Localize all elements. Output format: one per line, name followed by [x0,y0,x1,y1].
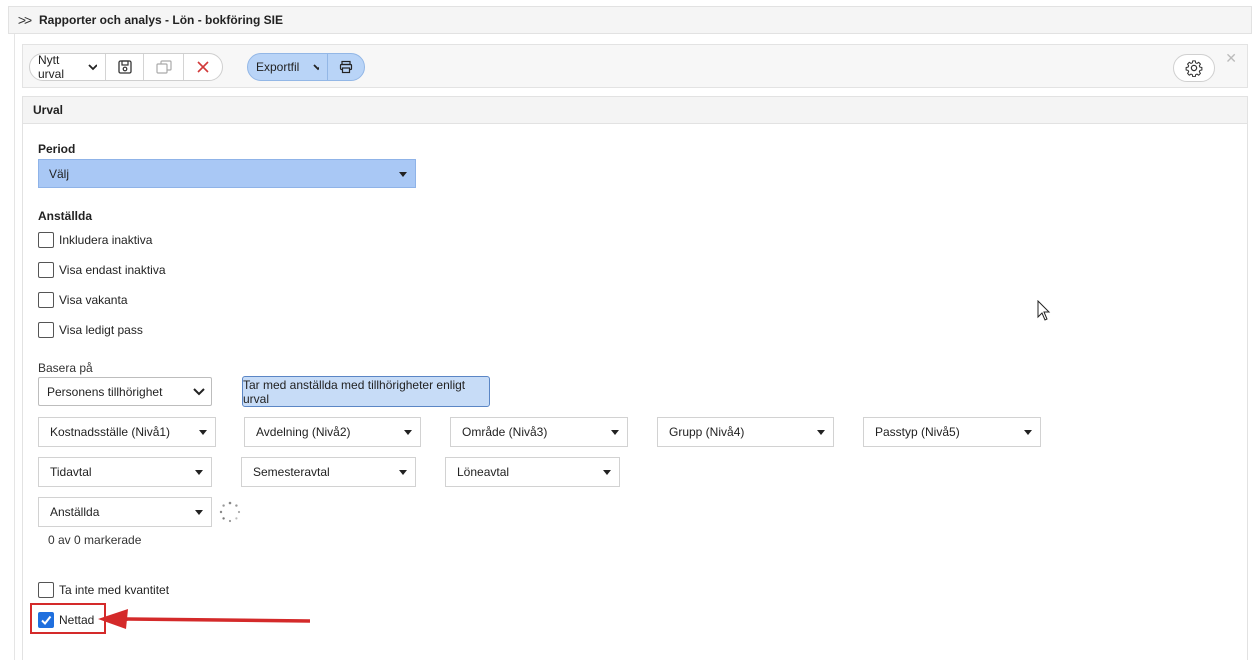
filter-shift-type[interactable]: Passtyp (Nivå5) [863,417,1041,447]
urval-section-header[interactable]: Urval [22,96,1248,124]
period-select[interactable]: Välj [38,159,416,188]
caret-down-icon [1024,430,1032,435]
filter-salary-agreement[interactable]: Löneavtal [445,457,620,487]
filter-area[interactable]: Område (Nivå3) [450,417,628,447]
urval-title: Urval [33,103,64,117]
chevron-down-icon [193,388,205,396]
base-on-label: Basera på [38,361,93,375]
checkbox[interactable] [38,582,54,598]
caret-down-icon [199,430,207,435]
checkbox[interactable] [38,292,54,308]
checkbox-exclude-quantity[interactable]: Ta inte med kvantitet [38,581,169,599]
chevron-down-icon [313,64,319,71]
selection-button-group: Nytt urval [29,53,223,81]
copy-icon [155,60,172,74]
annotation-highlight-box [30,603,106,634]
checkbox-show-only-inactive[interactable]: Visa endast inaktiva [38,261,166,279]
filter-vacation-agreement[interactable]: Semesteravtal [241,457,416,487]
delete-button[interactable] [184,54,222,80]
checkbox[interactable] [38,262,54,278]
base-on-value: Personens tillhörighet [47,384,163,399]
filter-time-agreement[interactable]: Tidavtal [38,457,212,487]
delete-x-icon [197,61,209,73]
copy-button[interactable] [144,54,184,80]
caret-down-icon [603,470,611,475]
employees-label: Anställda [38,209,93,223]
settings-button[interactable] [1173,54,1215,82]
filter-department[interactable]: Avdelning (Nivå2) [244,417,421,447]
toolbar: Nytt urval Exportfil ✕ [22,44,1248,88]
filter-label: Kostnadsställe (Nivå1) [50,425,171,439]
selection-label: Nytt urval [38,53,65,81]
filter-label: Semesteravtal [253,465,330,479]
employees-dropdown-label: Anställda [50,505,100,519]
filter-label: Grupp (Nivå4) [669,425,745,439]
close-icon[interactable]: ✕ [1225,50,1237,67]
filter-label: Tidavtal [50,465,92,479]
checkbox-show-free-shift[interactable]: Visa ledigt pass [38,321,143,339]
caret-down-icon [399,470,407,475]
export-dropdown[interactable]: Exportfil [248,54,328,80]
filter-label: Passtyp (Nivå5) [875,425,960,439]
gear-icon [1185,60,1203,77]
base-on-select[interactable]: Personens tillhörighet [38,377,212,406]
save-button[interactable] [106,54,144,80]
save-icon [117,60,132,74]
caret-down-icon [195,470,203,475]
caret-down-icon [399,171,407,177]
selected-count: 0 av 0 markerade [48,533,142,547]
filter-label: Område (Nivå3) [462,425,548,439]
checkbox-label: Visa endast inaktiva [59,263,166,277]
caret-down-icon [195,510,203,515]
export-button-group: Exportfil [247,53,365,81]
page-header: >> Rapporter och analys - Lön - bokförin… [8,6,1252,34]
print-icon [339,60,353,74]
mouse-cursor-icon [1037,300,1051,321]
checkbox-label: Visa ledigt pass [59,323,143,337]
double-chevron-right-icon[interactable]: >> [9,12,39,28]
period-value: Välj [49,166,70,181]
checkbox-show-vacant[interactable]: Visa vakanta [38,291,128,309]
affiliation-info-label: Tar med anställda med tillhörigheter enl… [243,377,466,406]
filter-label: Avdelning (Nivå2) [256,425,351,439]
selection-dropdown[interactable]: Nytt urval [30,54,106,80]
checkbox[interactable] [38,322,54,338]
period-label: Period [38,142,76,156]
affiliation-info-button[interactable]: Tar med anställda med tillhörigheter enl… [242,376,490,407]
caret-down-icon [611,430,619,435]
filter-group[interactable]: Grupp (Nivå4) [657,417,834,447]
chevron-down-icon [88,64,97,71]
checkbox-label: Visa vakanta [59,293,128,307]
annotation-arrow-icon [98,609,310,629]
caret-down-icon [817,430,825,435]
loading-spinner-icon [219,501,241,523]
checkbox-label: Inkludera inaktiva [59,233,153,247]
filter-label: Löneavtal [457,465,510,479]
export-label: Exportfil [256,60,300,74]
page-title: Rapporter och analys - Lön - bokföring S… [39,13,284,27]
checkbox-include-inactive[interactable]: Inkludera inaktiva [38,231,152,249]
filter-cost-center[interactable]: Kostnadsställe (Nivå1) [38,417,216,447]
checkbox[interactable] [38,232,54,248]
print-button[interactable] [328,54,364,80]
checkbox-label: Ta inte med kvantitet [59,583,170,597]
caret-down-icon [404,430,412,435]
employees-dropdown[interactable]: Anställda [38,497,212,527]
